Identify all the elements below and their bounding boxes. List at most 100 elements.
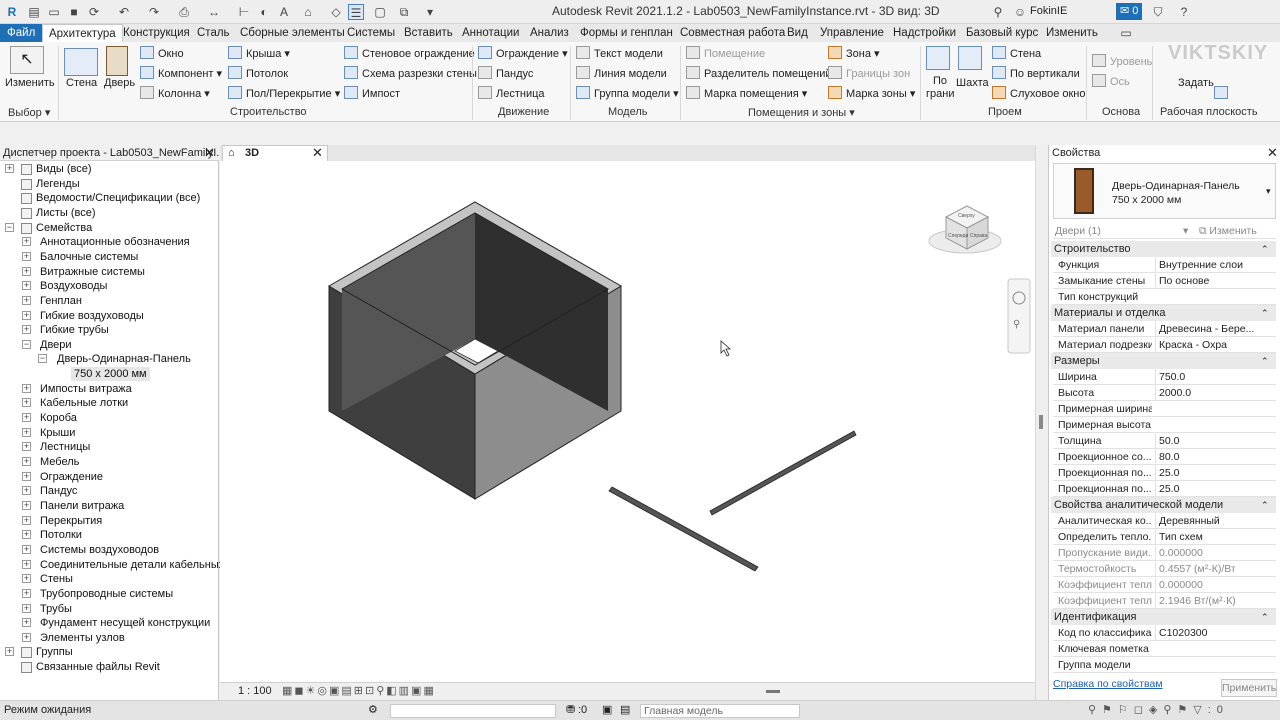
by-face-button[interactable]: По грани	[926, 75, 954, 100]
redo-icon[interactable]: ↷	[146, 4, 162, 20]
customize-icon[interactable]: ▾	[422, 4, 438, 20]
property-row[interactable]: Примерная ширина	[1053, 401, 1276, 417]
print-icon[interactable]: ⎙	[176, 4, 192, 20]
workplane-viewer-icon[interactable]	[1214, 86, 1232, 102]
expand-icon[interactable]: +	[22, 559, 31, 569]
property-row[interactable]: Ключевая пометка	[1053, 641, 1276, 657]
design-options-icon[interactable]: ▤	[620, 701, 630, 720]
property-row[interactable]: Примерная высота	[1053, 417, 1276, 433]
tree-item[interactable]: Листы (все)	[36, 206, 96, 220]
property-value[interactable]: 0.000000	[1155, 545, 1263, 561]
property-value[interactable]: По основе	[1155, 273, 1263, 289]
by-face-icon[interactable]	[926, 46, 950, 70]
vertical-button[interactable]: По вертикали	[992, 66, 1080, 82]
tab-architecture[interactable]: Архитектура	[42, 24, 123, 42]
revit-logo-icon[interactable]: R	[4, 4, 20, 20]
collapse-group-icon[interactable]: ⌃	[1261, 241, 1269, 257]
stair-button[interactable]: Лестница	[478, 86, 545, 102]
dormer-button[interactable]: Слуховое окно	[992, 86, 1086, 102]
grid-button[interactable]: Ось	[1092, 74, 1130, 90]
tab-precast[interactable]: Сборные элементы	[240, 24, 345, 42]
wall-icon[interactable]	[64, 48, 98, 76]
opening-wall-button[interactable]: Стена	[992, 46, 1041, 62]
open-icon[interactable]: ▤	[26, 4, 42, 20]
tree-item[interactable]: Семейства	[36, 221, 92, 235]
area-boundary-button[interactable]: Границы зон	[828, 66, 910, 82]
expand-icon[interactable]: +	[22, 603, 31, 613]
property-group-header[interactable]: Идентификация ⌃	[1051, 609, 1276, 625]
property-value[interactable]: 2000.0	[1155, 385, 1263, 401]
search-binoculars-icon[interactable]: ⚲	[990, 4, 1006, 20]
sync-icon[interactable]: ⟳	[86, 4, 102, 20]
collapse-icon[interactable]: −	[38, 354, 47, 364]
room-separator-button[interactable]: Разделитель помещений	[686, 66, 832, 82]
property-value[interactable]: Тип схем	[1155, 529, 1263, 545]
view-3d[interactable]: ⌂ 3D ✕ Сверху Справа Спереди ⚲ 1: 100 ▦…	[220, 145, 1035, 700]
tab-systems[interactable]: Системы	[347, 24, 395, 42]
tree-item[interactable]: Виды (все)	[36, 162, 92, 176]
property-group-header[interactable]: Строительство ⌃	[1051, 241, 1276, 257]
expand-icon[interactable]: +	[22, 295, 31, 305]
modify-arrow-icon[interactable]: ↖	[10, 46, 44, 74]
curtain-system-button[interactable]: Стеновое ограждение	[344, 46, 475, 62]
viewcube-front[interactable]: Спереди	[948, 233, 968, 239]
model-canvas[interactable]: Сверху Справа Спереди ⚲	[220, 161, 1035, 682]
tab-file[interactable]: Файл	[0, 24, 43, 42]
area-tag-button[interactable]: Марка зоны ▾	[828, 86, 915, 102]
expand-icon[interactable]: +	[22, 325, 31, 335]
property-value[interactable]: 750.0	[1155, 369, 1263, 385]
collapse-group-icon[interactable]: ⌃	[1261, 609, 1269, 625]
property-row[interactable]: Ширина 750.0	[1053, 369, 1276, 385]
shaft-icon[interactable]	[958, 46, 982, 70]
tree-item[interactable]: Легенды	[36, 177, 80, 191]
property-value[interactable]: 0.4557 (м²·К)/Вт	[1155, 561, 1263, 577]
save-icon[interactable]: ■	[66, 4, 82, 20]
modify-button[interactable]: Изменить	[5, 75, 55, 91]
model-line-button[interactable]: Линия модели	[576, 66, 667, 82]
expand-icon[interactable]: +	[22, 442, 31, 452]
property-row[interactable]: Определить тепло... Тип схем	[1053, 529, 1276, 545]
properties-help-link[interactable]: Справка по свойствам	[1053, 678, 1163, 690]
notifications-badge[interactable]: ✉ 0	[1116, 3, 1142, 20]
property-row[interactable]: Проекционная по... 25.0	[1053, 465, 1276, 481]
expand-icon[interactable]: +	[22, 574, 31, 584]
tree-item[interactable]: Группы	[36, 645, 73, 659]
property-value[interactable]: 2.1946 Вт/(м²·К)	[1155, 593, 1263, 609]
beam-2[interactable]	[709, 430, 857, 516]
workset-select[interactable]	[390, 704, 556, 718]
expand-icon[interactable]: +	[22, 588, 31, 598]
ramp-button[interactable]: Пандус	[478, 66, 533, 82]
expand-icon[interactable]: +	[22, 632, 31, 642]
navigation-bar[interactable]	[1007, 278, 1031, 354]
tree-item[interactable]: Короба	[40, 411, 77, 425]
view-control-icons[interactable]: ▦◼☀◎▣▤⊞⊡⚲◧▥▣▦	[282, 684, 436, 697]
collapse-group-icon[interactable]: ⌃	[1261, 497, 1269, 513]
expand-icon[interactable]: +	[22, 544, 31, 554]
tab-basic-course[interactable]: Базовый курс	[966, 24, 1038, 42]
close-icon[interactable]: ✕	[204, 145, 215, 161]
tree-item[interactable]: Мебель	[40, 455, 79, 469]
property-value[interactable]: Древесина - Бере...	[1155, 321, 1263, 337]
property-row[interactable]: Материал подрезки Краска - Охра	[1053, 337, 1276, 353]
chevron-down-icon[interactable]: ▾	[1183, 223, 1188, 239]
property-value[interactable]: 25.0	[1155, 481, 1263, 497]
mullion-button[interactable]: Импост	[344, 86, 400, 102]
tree-item[interactable]: Лестницы	[40, 440, 90, 454]
room-button[interactable]: Помещение	[686, 46, 765, 62]
expand-icon[interactable]: +	[22, 251, 31, 261]
window-button[interactable]: Окно	[140, 46, 184, 62]
measure-icon[interactable]: ↔	[206, 4, 222, 20]
expand-icon[interactable]: +	[22, 237, 31, 247]
tree-item[interactable]: Кабельные лотки	[40, 396, 128, 410]
tab-massing-site[interactable]: Формы и генплан	[580, 24, 673, 42]
panel-room-area[interactable]: Помещения и зоны ▾	[748, 106, 855, 119]
tree-item[interactable]: Крыши	[40, 426, 75, 440]
tree-item[interactable]: 750 х 2000 мм	[71, 367, 150, 382]
property-value[interactable]: 80.0	[1155, 449, 1263, 465]
expand-icon[interactable]: +	[22, 500, 31, 510]
expand-icon[interactable]: +	[22, 515, 31, 525]
expand-icon[interactable]: +	[22, 398, 31, 408]
tree-item[interactable]: Пандус	[40, 484, 77, 498]
property-row[interactable]: Аналитическая ко... Деревянный	[1053, 513, 1276, 529]
horizontal-scroll-thumb[interactable]	[766, 690, 780, 693]
